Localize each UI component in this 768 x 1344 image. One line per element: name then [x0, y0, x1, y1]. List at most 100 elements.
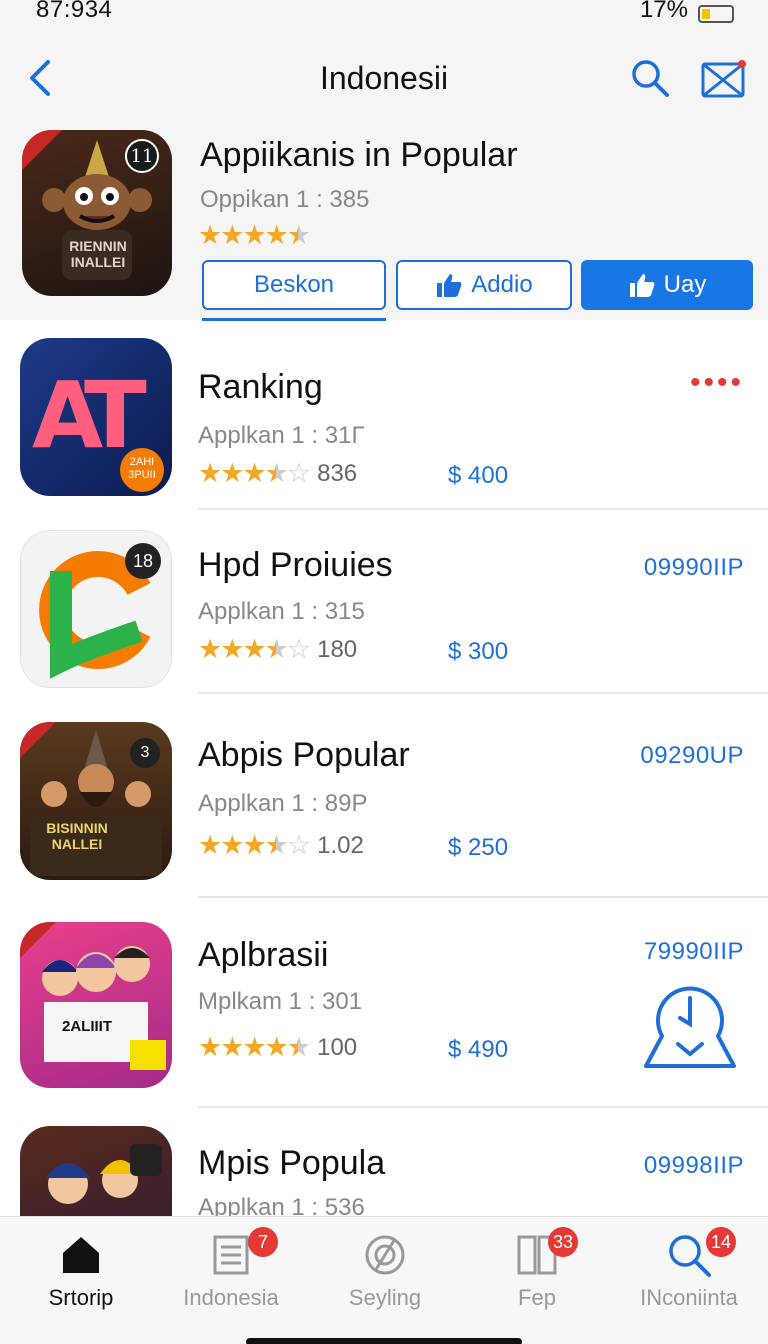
- uay-button[interactable]: Uay: [581, 260, 753, 310]
- app-icon-badge: 2AHI 3PUII: [120, 448, 164, 492]
- thumbs-up-icon: [437, 274, 462, 297]
- tab-label: Fep: [518, 1285, 556, 1310]
- tab-bar: Srtorip Indonesia 7 Seyling Fep 33 INcon…: [0, 1216, 768, 1344]
- app-title: Hpd Proiuies: [198, 546, 393, 584]
- app-icon: 18: [20, 530, 172, 688]
- star-icon: ★: [220, 830, 244, 860]
- app-icon: 2ALIIIT: [20, 922, 172, 1088]
- star-icon: ★: [264, 830, 289, 860]
- app-rating: ★ ★ ★ ★ ☆ 180: [198, 634, 357, 665]
- app-subtitle: Applkan 1 : 536: [198, 1194, 365, 1216]
- app-title: Mpis Popula: [198, 1144, 386, 1182]
- rating-count: 180: [317, 635, 358, 663]
- app-code: 09990IIP: [643, 554, 744, 581]
- star-icon: ★: [198, 1032, 222, 1062]
- star-icon: ★: [198, 830, 222, 860]
- featured-app: 11 RIENNIN INALLEI Appiikanis in Popular…: [0, 128, 768, 321]
- star-icon: ★: [220, 634, 244, 664]
- app-subtitle: Applkan 1 : 31Г: [198, 422, 365, 449]
- status-time: 87:934: [36, 0, 113, 23]
- star-icon: ★: [264, 458, 289, 488]
- app-icon-text: AT: [32, 362, 147, 469]
- app-title: Aplbrasii: [198, 936, 329, 974]
- app-icon: BISINNIN NALLEI 3: [20, 722, 172, 880]
- active-button-underline: [202, 318, 386, 321]
- addio-button-label: Addio: [471, 271, 533, 298]
- compass-icon: [365, 1235, 405, 1275]
- rating-count: 836: [317, 459, 358, 487]
- star-icon: ★: [264, 1032, 289, 1062]
- app-rating: ★ ★ ★ ★ ★ 100: [198, 1032, 357, 1063]
- characters-icon: [20, 922, 166, 1070]
- tab-label: Srtorip: [48, 1285, 114, 1310]
- app-icon-text: 2ALIIIT: [62, 1018, 113, 1035]
- app-icon: [20, 1126, 172, 1216]
- list-item[interactable]: AT 2AHI 3PUII Ranking Applkan 1 : 31Г ★ ★…: [0, 336, 768, 512]
- star-icon: ★: [286, 220, 311, 250]
- star-icon: ★: [242, 634, 266, 664]
- star-icon: ★: [220, 1032, 244, 1062]
- list-item[interactable]: BISINNIN NALLEI 3 Abpis Popular Applkan …: [0, 720, 768, 900]
- star-icon: ★: [242, 458, 266, 488]
- app-code: 09290UP: [640, 742, 744, 769]
- star-icon: ★: [242, 830, 266, 860]
- featured-title: Appiikanis in Popular: [200, 136, 518, 174]
- app-rating: ★ ★ ★ ★ ☆ 1.02: [198, 830, 364, 861]
- app-price: $ 490: [448, 1036, 509, 1063]
- app-subtitle: Mplkam 1 : 301: [198, 988, 363, 1015]
- app-subtitle: Applkan 1 : 315: [198, 598, 365, 625]
- home-indicator: [246, 1338, 522, 1344]
- list-item[interactable]: Mpis Popula Applkan 1 : 536 09998IIP: [0, 1126, 768, 1216]
- app-price: $ 300: [448, 638, 509, 665]
- status-indicators: 17%: [640, 0, 734, 24]
- status-bar: 87:934 17%: [0, 0, 768, 28]
- star-icon: ☆: [286, 830, 311, 860]
- star-icon: ★: [264, 634, 289, 664]
- app-subtitle: Applkan 1 : 89P: [198, 790, 368, 817]
- search-icon[interactable]: [630, 58, 670, 98]
- star-icon: ★: [242, 1032, 266, 1062]
- list-item[interactable]: 18 Hpd Proiuies Applkan 1 : 315 ★ ★ ★ ★ ☆ 180…: [0, 530, 768, 706]
- tab-label: INconiinta: [640, 1285, 738, 1310]
- tab-store[interactable]: Srtorip: [6, 1231, 156, 1311]
- battery-icon: [698, 5, 734, 23]
- app-title: Abpis Popular: [198, 736, 410, 774]
- header: Indonesii: [0, 28, 768, 128]
- divider: [198, 896, 768, 898]
- star-icon: ★: [286, 1032, 311, 1062]
- divider: [198, 508, 768, 510]
- app-icon: AT 2AHI 3PUII: [20, 338, 172, 496]
- featured-subtitle: Oppikan 1 : 385: [200, 186, 370, 213]
- rating-count: 100: [317, 1033, 358, 1061]
- app-price: $ 250: [448, 834, 509, 861]
- divider: [198, 1106, 768, 1108]
- list-item[interactable]: 2ALIIIT Aplbrasii Mplkam 1 : 301 ★ ★ ★ ★ ★ 10…: [0, 918, 768, 1108]
- battery-percent: 17%: [639, 0, 688, 23]
- app-title: Ranking: [198, 368, 323, 406]
- divider: [198, 692, 768, 694]
- app-rating: ★ ★ ★ ★ ☆ 836: [198, 458, 357, 489]
- app-code: 09998IIP: [643, 1152, 744, 1179]
- tab-seyling[interactable]: Seyling: [310, 1231, 460, 1311]
- star-icon: ★: [242, 220, 266, 250]
- beskon-button[interactable]: Beskon: [202, 260, 386, 310]
- star-icon: ★: [198, 220, 222, 250]
- download-clock-icon[interactable]: [640, 974, 740, 1070]
- tab-inconiinta[interactable]: INconiinta 14: [614, 1227, 764, 1311]
- characters-icon: [46, 1144, 162, 1204]
- star-icon: ★: [220, 220, 244, 250]
- app-code: 79990IIP: [643, 938, 744, 965]
- tab-indonesia[interactable]: Indonesia 7: [156, 1227, 306, 1311]
- thumbs-up-icon: [629, 274, 654, 297]
- app-price: $ 400: [448, 462, 509, 489]
- star-icon: ★: [198, 634, 222, 664]
- rating-count: 1.02: [317, 831, 364, 859]
- app-icon-badge: 18: [125, 543, 161, 579]
- star-icon: ☆: [286, 458, 311, 488]
- more-dots-icon[interactable]: ••••: [690, 368, 744, 398]
- mail-icon[interactable]: [700, 58, 748, 100]
- tab-fep[interactable]: Fep 33: [462, 1227, 612, 1311]
- addio-button[interactable]: Addio: [396, 260, 572, 310]
- featured-app-icon[interactable]: 11 RIENNIN INALLEI: [22, 130, 172, 296]
- star-icon: ★: [220, 458, 244, 488]
